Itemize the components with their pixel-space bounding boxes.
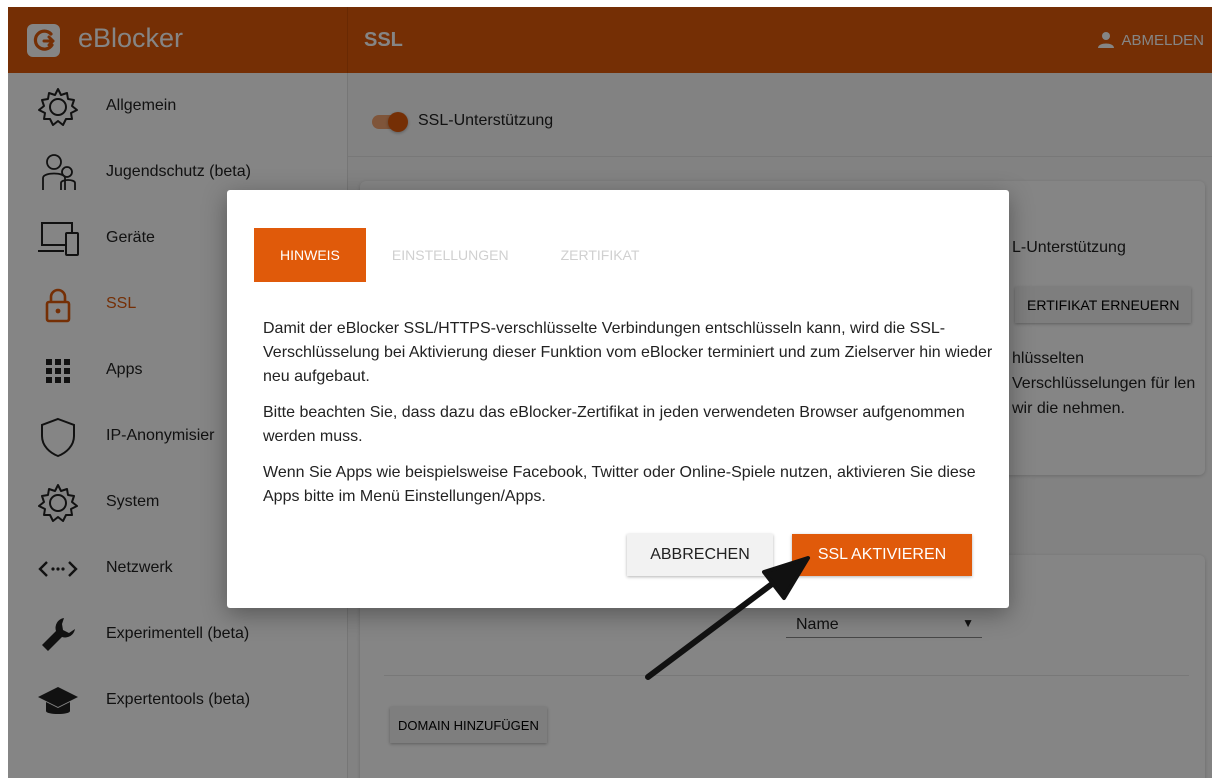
tab-einstellungen: EINSTELLUNGEN xyxy=(391,247,509,263)
cancel-button[interactable]: ABBRECHEN xyxy=(627,534,773,576)
tab-hinweis[interactable]: HINWEIS xyxy=(254,228,366,282)
app-frame: eBlocker SSL ABMELDEN Allgemein Jugendsc… xyxy=(8,7,1212,778)
dialog-paragraph: Wenn Sie Apps wie beispielsweise Faceboo… xyxy=(263,464,976,505)
dialog-tabs: HINWEIS EINSTELLUNGEN ZERTIFIKAT xyxy=(254,228,665,282)
dialog-paragraph: Damit der eBlocker SSL/HTTPS-verschlüsse… xyxy=(263,320,993,385)
ssl-activation-dialog: HINWEIS EINSTELLUNGEN ZERTIFIKAT Damit d… xyxy=(227,190,1009,608)
dialog-body: Damit der eBlocker SSL/HTTPS-verschlüsse… xyxy=(263,317,993,521)
dialog-paragraph: Bitte beachten Sie, dass dazu das eBlock… xyxy=(263,404,965,445)
tab-zertifikat: ZERTIFIKAT xyxy=(560,247,640,263)
activate-ssl-button[interactable]: SSL AKTIVIEREN xyxy=(792,534,972,576)
